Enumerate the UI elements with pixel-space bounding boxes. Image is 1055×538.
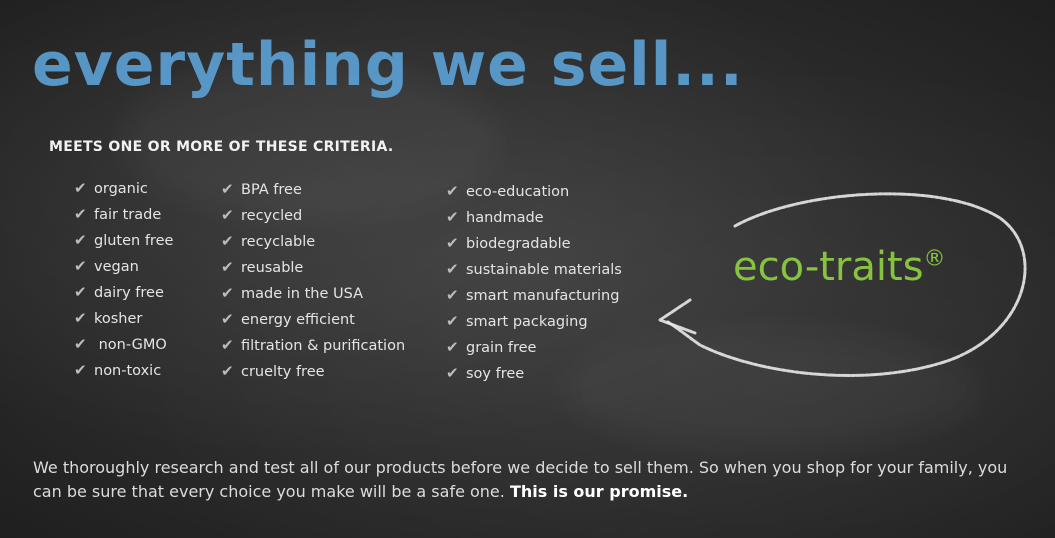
promise-text: This is our promise. [509, 482, 689, 501]
chalkboard-banner: everything we sell... MEETS ONE OR MORE … [0, 0, 1055, 538]
promise-paragraph: We thoroughly research and test all of o… [33, 458, 1008, 501]
registered-mark: ® [923, 246, 946, 272]
eco-traits-logo: eco-traits® [733, 244, 946, 290]
